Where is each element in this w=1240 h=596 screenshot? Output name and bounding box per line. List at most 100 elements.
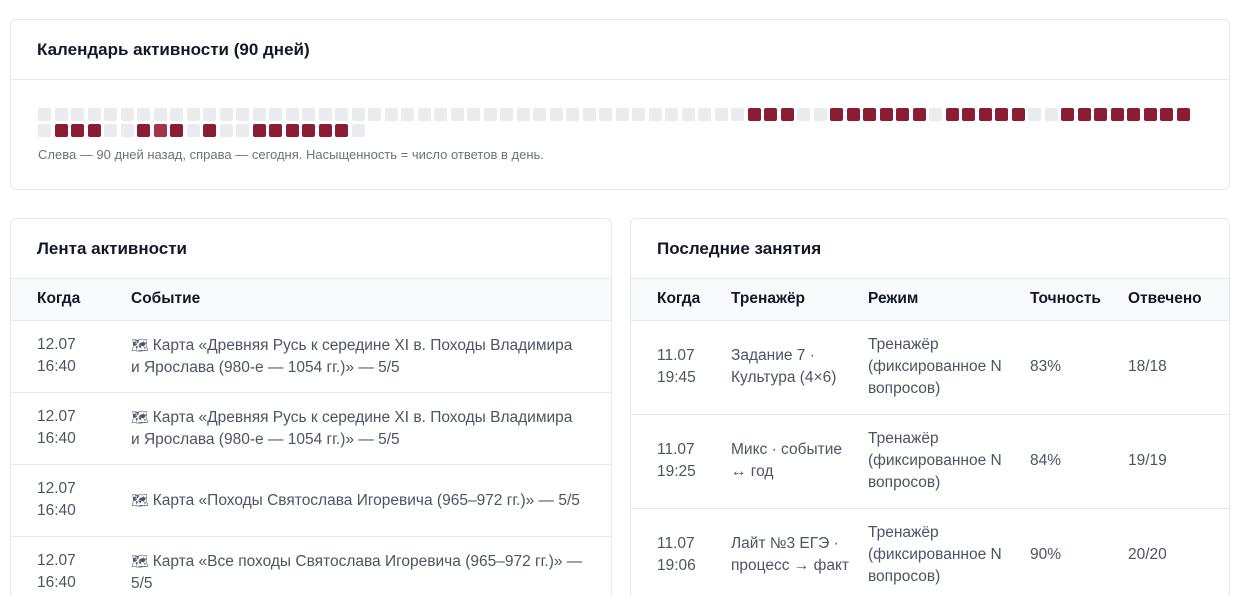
calendar-day-cell (896, 108, 909, 121)
calendar-day-cell (1110, 108, 1124, 121)
calendar-day-cell (632, 108, 645, 121)
sessions-title: Последние занятия (631, 219, 1229, 279)
sessions-col-when: Когда (631, 279, 731, 321)
calendar-day-cell (236, 108, 249, 121)
calendar-day-cell (219, 124, 233, 137)
calendar-day-cell (38, 124, 51, 137)
calendar-day-cell (302, 124, 315, 137)
calendar-day-cell (137, 108, 150, 121)
calendar-day-cell (830, 108, 843, 121)
calendar-day-cell (566, 108, 579, 121)
calendar-day-cell (863, 108, 876, 121)
session-date: 11.07 (657, 535, 695, 552)
feed-time: 16:40 (37, 430, 76, 447)
calendar-day-cell (1143, 108, 1157, 121)
calendar-day-cell (714, 108, 728, 121)
calendar-day-cell (87, 108, 101, 121)
calendar-day-cell (731, 108, 744, 121)
session-when: 11.07 19:45 (631, 320, 731, 415)
calendar-day-cell (71, 124, 84, 137)
feed-when: 12.07 16:40 (11, 392, 131, 465)
calendar-day-cell (186, 108, 200, 121)
calendar-day-cell (665, 108, 678, 121)
calendar-day-cell (269, 108, 282, 121)
session-accuracy: 83% (1030, 320, 1128, 415)
map-icon: 🗺 (131, 491, 149, 508)
feed-title: Лента активности (11, 219, 611, 279)
feed-date: 12.07 (37, 408, 76, 425)
calendar-day-cell (1077, 108, 1091, 121)
calendar-day-cell (846, 108, 860, 121)
calendar-day-cell (780, 108, 794, 121)
calendar-day-cell (368, 108, 381, 121)
calendar-day-cell (71, 108, 84, 121)
sessions-col-answered: Отвечено (1128, 279, 1229, 321)
calendar-day-cell (945, 108, 959, 121)
calendar-day-cell (219, 108, 233, 121)
calendar-day-cell (797, 108, 810, 121)
table-row: 11.07 19:45 Задание 7 · Культура (4×6) Тр… (631, 320, 1229, 415)
calendar-day-cell (1061, 108, 1074, 121)
calendar-day-cell (1011, 108, 1025, 121)
calendar-day-cell (153, 108, 167, 121)
calendar-day-cell (384, 108, 398, 121)
map-icon: 🗺 (131, 552, 149, 569)
calendar-day-cell (1028, 108, 1041, 121)
calendar-day-cell (1127, 108, 1140, 121)
calendar-day-cell (879, 108, 893, 121)
calendar-day-cell (912, 108, 926, 121)
feed-time: 16:40 (37, 502, 76, 519)
sessions-col-accuracy: Точность (1030, 279, 1128, 321)
calendar-day-cell (318, 108, 332, 121)
calendar-day-cell (351, 108, 365, 121)
sessions-header-row: Когда Тренажёр Режим Точность Отвечено (631, 279, 1229, 321)
feed-header-row: Когда Событие (11, 279, 611, 321)
activity-calendar-card: Календарь активности (90 дней) Слева — 9… (10, 19, 1230, 190)
sessions-col-mode: Режим (868, 279, 1030, 321)
calendar-day-cell (153, 124, 167, 137)
session-mode: Тренажёр (фиксированное N вопросов) (868, 508, 1030, 596)
feed-event: 🗺 Карта «Все походы Святослава Игоревича … (131, 536, 611, 596)
calendar-title: Календарь активности (90 дней) (11, 20, 1229, 80)
calendar-day-cell (516, 108, 530, 121)
calendar-day-cell (467, 108, 480, 121)
calendar-day-cell (335, 124, 348, 137)
session-time: 19:25 (657, 463, 696, 480)
calendar-day-cell (417, 108, 431, 121)
map-icon: 🗺 (131, 336, 149, 353)
session-trainer: Лайт №3 ЕГЭ · процесс → факт (731, 508, 868, 596)
recent-sessions-table: Когда Тренажёр Режим Точность Отвечено 1… (631, 279, 1229, 596)
session-trainer: Задание 7 · Культура (4×6) (731, 320, 868, 415)
feed-date: 12.07 (37, 336, 76, 353)
calendar-day-cell (747, 108, 761, 121)
feed-event-text: Карта «Все походы Святослава Игоревича (… (131, 552, 583, 592)
calendar-day-cell (1176, 108, 1190, 121)
calendar-day-cell (764, 108, 777, 121)
calendar-day-cell (104, 124, 117, 137)
session-answered: 20/20 (1128, 508, 1229, 596)
table-row: 12.07 16:40 🗺 Карта «Все походы Святослава… (11, 536, 611, 596)
calendar-day-cell (318, 124, 332, 137)
calendar-day-cell (615, 108, 629, 121)
calendar-day-cell (38, 108, 51, 121)
feed-time: 16:40 (37, 358, 76, 375)
calendar-day-cell (54, 124, 68, 137)
feed-event: 🗺 Карта «Древняя Русь к середине XI в. По… (131, 392, 611, 465)
calendar-day-cell (1044, 108, 1058, 121)
calendar-grid (38, 108, 1208, 140)
session-date: 11.07 (657, 347, 695, 364)
session-accuracy: 84% (1030, 414, 1128, 509)
calendar-day-cell (500, 108, 513, 121)
calendar-day-cell (203, 108, 216, 121)
calendar-caption: Слева — 90 дней назад, справа — сегодня.… (38, 147, 544, 162)
calendar-day-cell (120, 108, 134, 121)
calendar-day-cell (203, 124, 216, 137)
calendar-day-cell (186, 124, 200, 137)
session-answered: 19/19 (1128, 414, 1229, 509)
calendar-day-cell (450, 108, 464, 121)
calendar-day-cell (285, 108, 299, 121)
calendar-day-cell (170, 124, 183, 137)
session-when: 11.07 19:06 (631, 508, 731, 596)
calendar-day-cell (401, 108, 414, 121)
calendar-day-cell (929, 108, 942, 121)
